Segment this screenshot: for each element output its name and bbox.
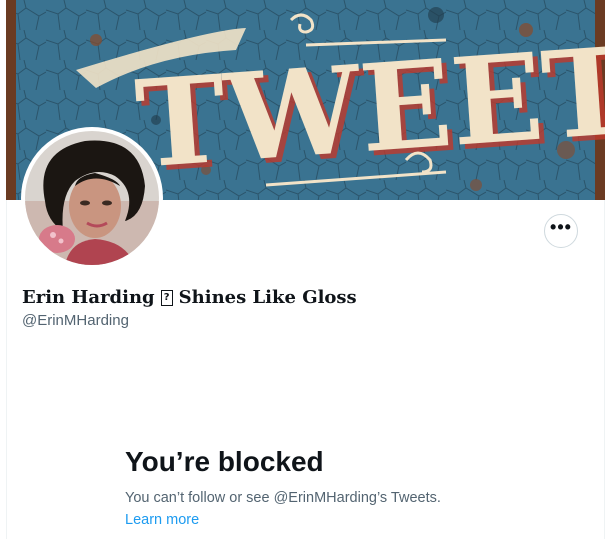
blocked-description: You can’t follow or see @ErinMHarding’s …: [125, 490, 441, 506]
profile-avatar[interactable]: [21, 127, 163, 269]
display-name-script: Erin Harding: [22, 287, 155, 308]
display-name-tagline: Shines Like Gloss: [178, 287, 357, 308]
display-name: Erin Harding ? Shines Like Gloss: [22, 287, 357, 308]
more-icon: •••: [550, 217, 572, 237]
learn-more-link[interactable]: Learn more: [125, 512, 199, 528]
more-options-button[interactable]: •••: [544, 214, 578, 248]
profile-handle: @ErinMHarding: [22, 312, 129, 329]
unrendered-glyph: ?: [160, 289, 173, 306]
avatar-photo: [25, 131, 159, 265]
blocked-title: You’re blocked: [125, 446, 324, 477]
